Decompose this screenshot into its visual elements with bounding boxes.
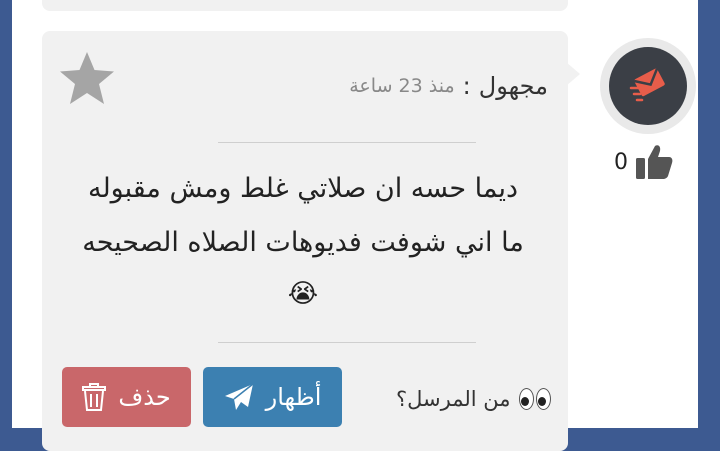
- delete-label: حذف: [118, 383, 171, 411]
- message-line-1: ديما حسه ان صلاتي غلط ومش مقبوله: [87, 173, 519, 204]
- trash-icon: [82, 383, 107, 411]
- star-icon[interactable]: [58, 50, 116, 106]
- bottom-divider: [218, 342, 476, 343]
- reveal-sender-question: من المرسل؟: [396, 387, 511, 411]
- paper-plane-icon: [224, 383, 254, 410]
- envelope-icon: [629, 68, 665, 102]
- reveal-sender[interactable]: من المرسل؟: [396, 381, 551, 417]
- message-body: ديما حسه ان صلاتي غلط ومش مقبوله ما اني …: [58, 162, 548, 318]
- meta-separator: :: [462, 72, 471, 100]
- like-control[interactable]: 0: [614, 140, 674, 184]
- avatar: [609, 47, 687, 125]
- message-meta: مجهول : منذ 23 ساعة: [349, 70, 548, 102]
- author-name: مجهول: [478, 72, 548, 100]
- show-button[interactable]: أظهار: [203, 367, 342, 427]
- message-time: منذ 23 ساعة: [349, 75, 455, 97]
- show-label: أظهار: [265, 383, 322, 411]
- eyes-icon: [518, 388, 551, 410]
- message-line-2: ما اني شوفت فديوهات الصلاه الصحيحه: [82, 227, 524, 258]
- top-divider: [218, 142, 476, 143]
- like-count: 0: [614, 149, 628, 175]
- card-pointer: [566, 62, 580, 86]
- thumbs-up-icon[interactable]: [634, 143, 674, 181]
- crying-emoji: 😭: [287, 279, 319, 309]
- delete-button[interactable]: حذف: [62, 367, 191, 427]
- previous-message-card: [42, 0, 568, 11]
